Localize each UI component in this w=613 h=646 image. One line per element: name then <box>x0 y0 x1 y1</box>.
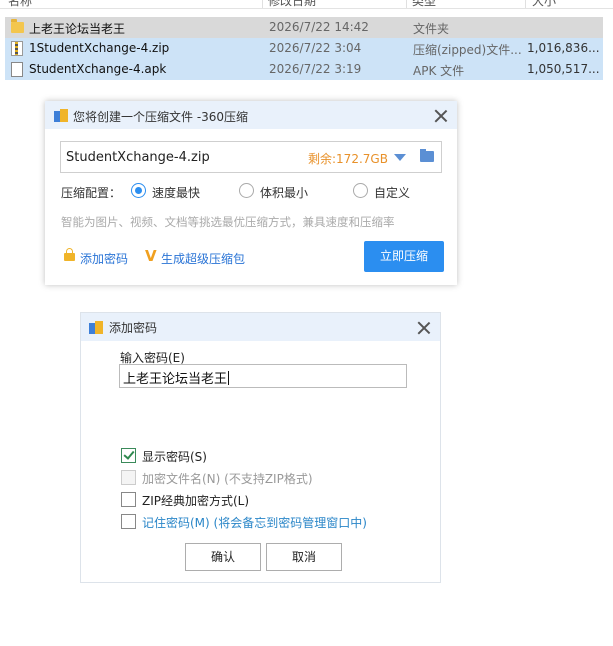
password-value: 上老王论坛当老王 <box>123 372 228 387</box>
folder-browse-icon[interactable] <box>420 149 434 162</box>
password-dialog: 添加密码 输入密码(E) 上老王论坛当老王 显示密码(S) 加密文件名(N) (… <box>80 312 441 583</box>
folder-icon <box>11 19 24 33</box>
column-size[interactable]: 大小 <box>532 0 556 9</box>
column-type[interactable]: 类型 <box>412 0 436 9</box>
password-dialog-titlebar[interactable]: 添加密码 <box>81 313 440 341</box>
text-caret <box>228 371 230 385</box>
option-custom[interactable]: 自定义 <box>374 184 410 201</box>
output-filename-field[interactable]: StudentXchange-4.zip 剩余:172.7GB <box>60 141 442 173</box>
password-input[interactable]: 上老王论坛当老王 <box>119 364 407 388</box>
file-type: 压缩(zipped)文件... <box>413 43 522 57</box>
show-password-label[interactable]: 显示密码(S) <box>142 448 207 465</box>
360zip-app-icon <box>54 109 68 122</box>
column-divider[interactable] <box>406 0 407 8</box>
encrypt-filenames-label: 加密文件名(N) (不支持ZIP格式) <box>142 472 313 486</box>
document-icon <box>11 62 23 77</box>
close-icon[interactable] <box>434 109 448 123</box>
zip-classic-encryption-checkbox[interactable] <box>121 492 136 507</box>
super-zip-icon: V <box>145 247 157 265</box>
radio-smallest[interactable] <box>239 183 254 198</box>
file-date: 2026/7/22 3:19 <box>269 62 362 76</box>
zip-classic-encryption-label[interactable]: ZIP经典加密方式(L) <box>142 492 249 509</box>
zip-file-icon <box>11 41 23 56</box>
file-size: 1,050,517... <box>527 62 600 76</box>
close-icon[interactable] <box>417 321 431 335</box>
super-zip-link[interactable]: 生成超级压缩包 <box>161 250 245 267</box>
radio-fastest[interactable] <box>131 183 146 198</box>
config-label: 压缩配置： <box>61 186 122 200</box>
remember-password-checkbox[interactable] <box>121 514 136 529</box>
lock-icon <box>64 248 75 261</box>
option-fastest[interactable]: 速度最快 <box>152 184 200 201</box>
column-name[interactable]: 名称 <box>8 0 32 9</box>
file-name: 上老王论坛当老王 <box>29 22 126 36</box>
output-filename[interactable]: StudentXchange-4.zip <box>66 150 210 165</box>
compression-hint: 智能为图片、视频、文档等挑选最优压缩方式，兼具速度和压缩率 <box>61 215 395 229</box>
column-divider[interactable] <box>262 0 263 8</box>
radio-custom[interactable] <box>353 183 368 198</box>
file-row[interactable]: StudentXchange-4.apk 2026/7/22 3:19 APK … <box>5 59 603 80</box>
cancel-button[interactable]: 取消 <box>266 543 342 571</box>
file-row[interactable]: 上老王论坛当老王 2026/7/22 14:42 文件夹 <box>5 17 603 38</box>
dialog-title: 添加密码 <box>109 321 158 335</box>
option-smallest[interactable]: 体积最小 <box>260 184 308 201</box>
remember-password-label[interactable]: 记住密码(M) (将会备忘到密码管理窗口中) <box>142 514 367 531</box>
chevron-down-icon[interactable] <box>394 154 406 161</box>
encrypt-filenames-checkbox <box>121 470 136 485</box>
dialog-title: 您将创建一个压缩文件 -360压缩 <box>73 110 249 124</box>
file-name: 1StudentXchange-4.zip <box>29 41 170 55</box>
file-date: 2026/7/22 14:42 <box>269 20 369 34</box>
file-size: 1,016,836... <box>527 41 600 55</box>
show-password-checkbox[interactable] <box>121 448 136 463</box>
compress-now-button[interactable]: 立即压缩 <box>364 241 444 272</box>
file-date: 2026/7/22 3:04 <box>269 41 362 55</box>
file-name: StudentXchange-4.apk <box>29 62 167 76</box>
column-date[interactable]: 修改日期 <box>268 0 316 9</box>
file-type: 文件夹 <box>413 22 450 36</box>
file-type: APK 文件 <box>413 64 465 78</box>
add-password-link[interactable]: 添加密码 <box>80 250 128 267</box>
ok-button[interactable]: 确认 <box>185 543 261 571</box>
compress-dialog: 您将创建一个压缩文件 -360压缩 StudentXchange-4.zip 剩… <box>45 101 457 285</box>
column-header-bar: 名称 修改日期 类型 大小 <box>0 0 613 9</box>
file-row[interactable]: 1StudentXchange-4.zip 2026/7/22 3:04 压缩(… <box>5 38 603 59</box>
compress-dialog-titlebar[interactable]: 您将创建一个压缩文件 -360压缩 <box>45 101 457 129</box>
column-divider[interactable] <box>525 0 526 8</box>
free-space-label: 剩余:172.7GB <box>308 152 388 166</box>
360zip-app-icon <box>89 321 103 334</box>
